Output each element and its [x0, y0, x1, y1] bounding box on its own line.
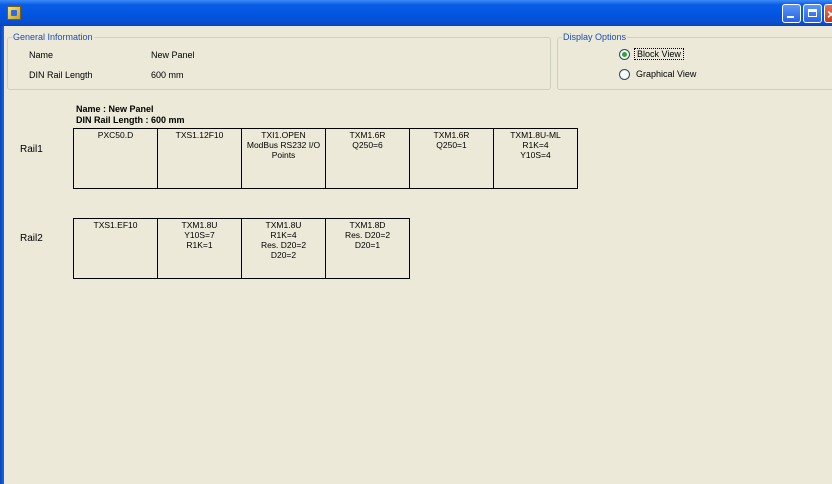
- rail1-module-5[interactable]: TXM1.6R Q250=1: [409, 128, 494, 189]
- general-information-legend: General Information: [13, 32, 93, 42]
- rail2-module-3[interactable]: TXM1.8U R1K=4 Res. D20=2 D20=2: [241, 218, 326, 279]
- module-line: Y10S=4: [520, 150, 551, 160]
- rail2-module-2[interactable]: TXM1.8U Y10S=7 R1K=1: [157, 218, 242, 279]
- module-line: TXI1.OPEN: [261, 130, 306, 140]
- module-line: TXM1.6R: [349, 130, 386, 140]
- panel-din-length-heading: DIN Rail Length : 600 mm: [76, 115, 185, 125]
- module-line: Res. D20=2: [344, 230, 391, 240]
- module-line: TXM1.8U: [181, 220, 218, 230]
- module-line: D20=2: [270, 250, 297, 260]
- module-line: Q250=6: [352, 140, 383, 150]
- module-line: TXM1.8D: [349, 220, 386, 230]
- module-line: Y10S=7: [184, 230, 215, 240]
- maximize-icon: [808, 9, 817, 17]
- module-line: TXM1.6R: [433, 130, 470, 140]
- title-bar[interactable]: ×: [0, 0, 832, 26]
- module-line: TXM1.8U-ML: [510, 130, 561, 140]
- rail2-module-1[interactable]: TXS1.EF10: [73, 218, 158, 279]
- block-view-label[interactable]: Block View: [634, 48, 684, 60]
- din-rail-length-label: DIN Rail Length: [29, 70, 93, 80]
- rail1-module-4[interactable]: TXM1.6R Q250=6: [325, 128, 410, 189]
- graphical-view-radio[interactable]: [619, 69, 630, 80]
- module-line: Points: [271, 150, 296, 160]
- rail1-label: Rail1: [20, 144, 43, 155]
- rail1-module-1[interactable]: PXC50.D: [73, 128, 158, 189]
- module-line: D20=1: [354, 240, 381, 250]
- name-value: New Panel: [151, 50, 195, 60]
- module-line: PXC50.D: [97, 130, 134, 140]
- rail2-module-4[interactable]: TXM1.8D Res. D20=2 D20=1: [325, 218, 410, 279]
- module-line: ModBus RS232 I/O: [246, 140, 321, 150]
- block-view-radio[interactable]: [619, 49, 630, 60]
- minimize-icon: [787, 16, 794, 18]
- general-information-group: General Information: [7, 32, 551, 90]
- module-line: R1K=4: [270, 230, 297, 240]
- module-line: Res. D20=2: [260, 240, 307, 250]
- rail2-label: Rail2: [20, 233, 43, 244]
- module-line: Q250=1: [436, 140, 467, 150]
- module-line: TXS1.12F10: [175, 130, 224, 140]
- minimize-button[interactable]: [782, 4, 801, 23]
- rail1-module-2[interactable]: TXS1.12F10: [157, 128, 242, 189]
- module-line: TXS1.EF10: [93, 220, 138, 230]
- display-options-group: Display Options: [557, 32, 832, 90]
- module-line: TXM1.8U: [265, 220, 302, 230]
- module-line: R1K=1: [186, 240, 213, 250]
- app-icon[interactable]: [7, 6, 21, 20]
- close-button[interactable]: ×: [824, 4, 832, 23]
- rail1-module-3[interactable]: TXI1.OPEN ModBus RS232 I/O Points: [241, 128, 326, 189]
- din-rail-length-value: 600 mm: [151, 70, 184, 80]
- display-options-legend: Display Options: [563, 32, 627, 42]
- rail1-module-6[interactable]: TXM1.8U-ML R1K=4 Y10S=4: [493, 128, 578, 189]
- close-icon: ×: [827, 6, 832, 22]
- module-line: R1K=4: [522, 140, 549, 150]
- name-label: Name: [29, 50, 54, 60]
- maximize-button[interactable]: [803, 4, 822, 23]
- window-frame-left: [0, 26, 4, 484]
- graphical-view-label[interactable]: Graphical View: [636, 69, 696, 79]
- panel-name-heading: Name : New Panel: [76, 104, 154, 114]
